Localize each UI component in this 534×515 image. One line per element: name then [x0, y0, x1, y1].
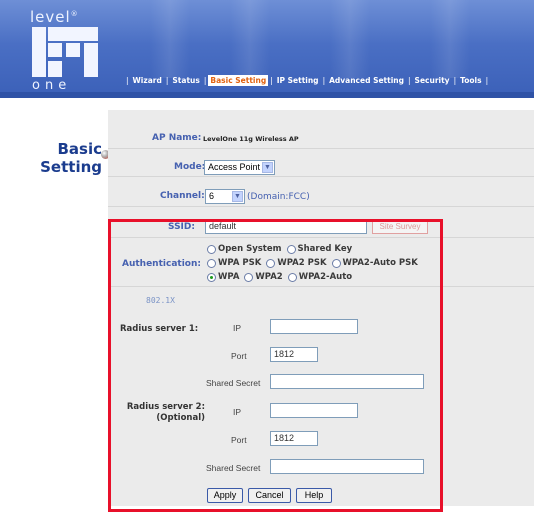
ap-name-value: LevelOne 11g Wireless AP [203, 135, 299, 143]
radius2-secret-input[interactable] [270, 459, 424, 474]
nav-security[interactable]: Security [413, 75, 452, 86]
header-decoration [150, 0, 190, 78]
help-button[interactable]: Help [296, 488, 332, 503]
auth-row-1: Open System Shared Key [207, 244, 357, 254]
site-survey-button[interactable]: Site Survey [372, 219, 428, 234]
header-decoration [330, 0, 370, 78]
header-decoration [430, 0, 470, 78]
radio-shared-key[interactable] [286, 244, 296, 254]
radius1-secret-label: Shared Secret [206, 378, 261, 388]
radius1-ip-input[interactable] [270, 319, 358, 334]
header-decoration [230, 0, 270, 78]
header-banner: level® one | Wizard | Status | Basic Set… [0, 0, 534, 98]
authentication-label: Authentication: [122, 259, 201, 269]
radio-open-system[interactable] [207, 244, 216, 254]
channel-label: Channel: [160, 191, 205, 201]
channel-select[interactable]: 6 ▼ [205, 189, 245, 204]
auth-row-3: WPA WPA2 WPA2-Auto [207, 272, 357, 282]
ssid-label: SSID: [168, 222, 195, 232]
radius1-port-label: Port [231, 351, 247, 361]
radius1-ip-label: IP [233, 323, 242, 333]
ap-name-label: AP Name: [152, 133, 202, 143]
radius1-port-input[interactable]: 1812 [270, 347, 318, 362]
mode-label: Mode: [174, 162, 206, 172]
ssid-input[interactable]: default [205, 219, 367, 234]
nav-wizard[interactable]: Wizard [131, 75, 164, 86]
radio-wpa2-auto[interactable] [287, 272, 297, 282]
mode-select[interactable]: Access Point ▼ [204, 160, 275, 175]
nav-advanced-setting[interactable]: Advanced Setting [327, 75, 406, 86]
channel-domain: (Domain:FCC) [247, 192, 310, 202]
nav-ip-setting[interactable]: IP Setting [275, 75, 321, 86]
radio-wpa2-auto-psk[interactable] [331, 258, 341, 268]
auth-row-2: WPA PSK WPA2 PSK WPA2-Auto PSK [207, 258, 423, 268]
cancel-button[interactable]: Cancel [248, 488, 291, 503]
left-panel: Basic Setting [0, 98, 110, 515]
logo-grid-icon [32, 27, 98, 77]
radius2-ip-input[interactable] [270, 403, 358, 418]
levelone-logo: level® one [30, 8, 106, 94]
section-8021x-heading: 802.1X [146, 296, 175, 305]
radius1-secret-input[interactable] [270, 374, 424, 389]
nav-status[interactable]: Status [170, 75, 201, 86]
radius-server-2-label: Radius server 2: (Optional) [126, 402, 205, 423]
nav-basic-setting[interactable]: Basic Setting [208, 74, 269, 86]
radio-wpa2-psk[interactable] [266, 258, 276, 268]
apply-button[interactable]: Apply [207, 488, 243, 503]
page-title: Basic Setting [40, 140, 102, 176]
radio-wpa2[interactable] [244, 272, 254, 282]
chevron-down-icon: ▼ [262, 162, 273, 173]
radius2-port-input[interactable]: 1812 [270, 431, 318, 446]
radius2-ip-label: IP [233, 407, 242, 417]
radius2-port-label: Port [231, 435, 247, 445]
logo-text-one: one [32, 78, 72, 93]
radio-wpa-psk[interactable] [207, 258, 216, 268]
nav-tools[interactable]: Tools [458, 75, 483, 86]
radio-wpa[interactable] [207, 272, 216, 282]
settings-form-area [108, 110, 534, 506]
chevron-down-icon: ▼ [232, 191, 243, 202]
top-navigation: | Wizard | Status | Basic Setting | IP S… [126, 74, 489, 86]
logo-text-level: level® [30, 8, 79, 26]
radius2-secret-label: Shared Secret [206, 463, 261, 473]
radius-server-1-label: Radius server 1: [120, 324, 199, 334]
